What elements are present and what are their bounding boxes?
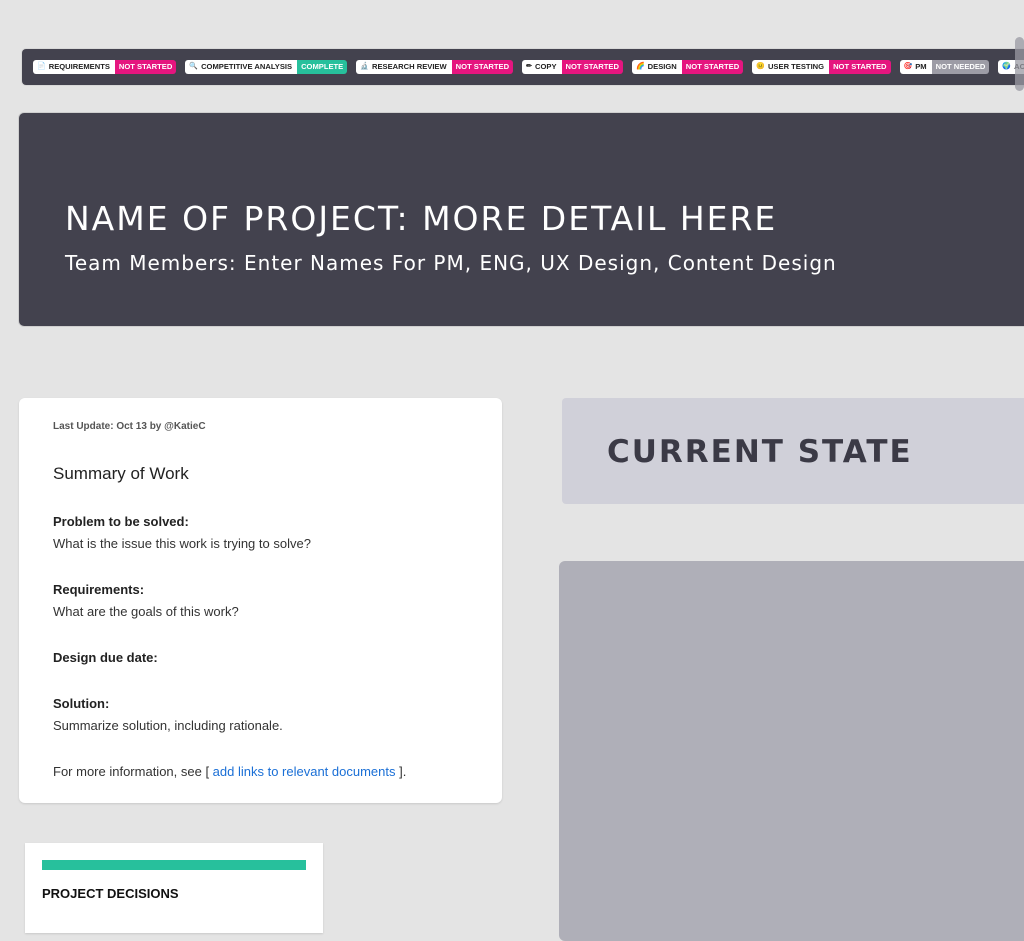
status-badge-copy[interactable]: ✏ COPY NOT STARTED	[522, 60, 623, 74]
field-solution: Solution: Summarize solution, including …	[53, 696, 283, 733]
current-state-title: CURRENT STATE	[607, 434, 913, 470]
last-update: Last Update: Oct 13 by @KatieC	[53, 421, 206, 432]
more-info: For more information, see [ add links to…	[53, 764, 406, 779]
badge-label-text: REQUIREMENTS	[48, 62, 110, 71]
team-members: Team Members: Enter Names For PM, ENG, U…	[65, 251, 837, 275]
current-state-header: CURRENT STATE	[562, 398, 1024, 504]
field-label: Design due date:	[53, 650, 158, 665]
field-value[interactable]: What is the issue this work is trying to…	[53, 536, 311, 551]
accent-bar	[42, 860, 306, 870]
badge-status: NOT STARTED	[681, 60, 744, 74]
field-value[interactable]: What are the goals of this work?	[53, 604, 239, 619]
field-label: Requirements:	[53, 582, 145, 597]
field-label: Solution:	[53, 696, 110, 711]
field-due-date: Design due date:	[53, 650, 158, 672]
badge-label: ✏ COPY	[522, 60, 562, 74]
status-badge-pm[interactable]: 🎯 PM NOT NEEDED	[899, 60, 990, 74]
badge-label: 😐 USER TESTING	[752, 60, 830, 74]
status-badge-competitive-analysis[interactable]: 🔍 COMPETITIVE ANALYSIS COMPLETE	[185, 60, 348, 74]
field-label: Problem to be solved:	[53, 514, 189, 529]
badge-status: NOT STARTED	[561, 60, 623, 74]
status-badge-research-review[interactable]: 🔬 RESEARCH REVIEW NOT STARTED	[356, 60, 514, 74]
badge-label: 🌈 DESIGN	[631, 60, 682, 74]
status-badges: 📄 REQUIREMENTS NOT STARTED 🔍 COMPETITIVE ANA…	[33, 60, 1024, 74]
summary-title: Summary of Work	[53, 464, 189, 483]
status-bar: 📄 REQUIREMENTS NOT STARTED 🔍 COMPETITIVE ANA…	[22, 49, 1024, 85]
badge-label-text: DESIGN	[647, 62, 677, 71]
field-value[interactable]: Summarize solution, including rationale.	[53, 718, 283, 733]
badge-icon: 🌍	[1002, 63, 1012, 70]
badge-label-text: RESEARCH REVIEW	[371, 62, 447, 71]
badge-status: NOT STARTED	[451, 60, 514, 74]
badge-icon: 🔍	[189, 63, 199, 70]
badge-label: 🔍 COMPETITIVE ANALYSIS	[185, 60, 298, 74]
badge-status: NOT NEEDED	[931, 60, 990, 74]
status-badge-design[interactable]: 🌈 DESIGN NOT STARTED	[631, 60, 744, 74]
field-requirements: Requirements: What are the goals of this…	[53, 582, 239, 619]
badge-label: 🔬 RESEARCH REVIEW	[356, 60, 452, 74]
scrollbar-thumb[interactable]	[1015, 37, 1024, 91]
project-title: NAME OF PROJECT: MORE DETAIL HERE	[65, 199, 778, 238]
badge-label: 🎯 PM	[899, 60, 932, 74]
badge-icon: 🔬	[360, 63, 369, 70]
more-suffix: ].	[395, 764, 407, 779]
badge-label-text: PM	[915, 62, 927, 71]
badge-status: NOT STARTED	[114, 60, 177, 74]
image-placeholder	[559, 561, 1024, 941]
badge-status: COMPLETE	[297, 60, 348, 74]
status-badge-requirements[interactable]: 📄 REQUIREMENTS NOT STARTED	[33, 60, 177, 74]
badge-icon: 🎯	[903, 63, 913, 70]
badge-label: 📄 REQUIREMENTS	[33, 60, 115, 74]
field-problem: Problem to be solved: What is the issue …	[53, 514, 311, 551]
badge-status: NOT STARTED	[829, 60, 891, 74]
badge-icon: 📄	[37, 63, 46, 70]
decisions-title: PROJECT DECISIONS	[42, 886, 179, 901]
summary-card: Last Update: Oct 13 by @KatieC Summary o…	[19, 398, 502, 803]
status-badge-user-testing[interactable]: 😐 USER TESTING NOT STARTED	[752, 60, 891, 74]
documents-link[interactable]: add links to relevant documents	[213, 764, 396, 779]
more-prefix: For more information, see [	[53, 764, 213, 779]
badge-icon: 😐	[756, 63, 765, 70]
badge-label-text: USER TESTING	[767, 62, 825, 71]
badge-icon: 🌈	[635, 63, 645, 70]
badge-icon: ✏	[526, 63, 532, 70]
project-header: NAME OF PROJECT: MORE DETAIL HERE Team M…	[19, 113, 1024, 326]
badge-label-text: COPY	[534, 62, 557, 71]
badge-label-text: COMPETITIVE ANALYSIS	[201, 62, 293, 71]
